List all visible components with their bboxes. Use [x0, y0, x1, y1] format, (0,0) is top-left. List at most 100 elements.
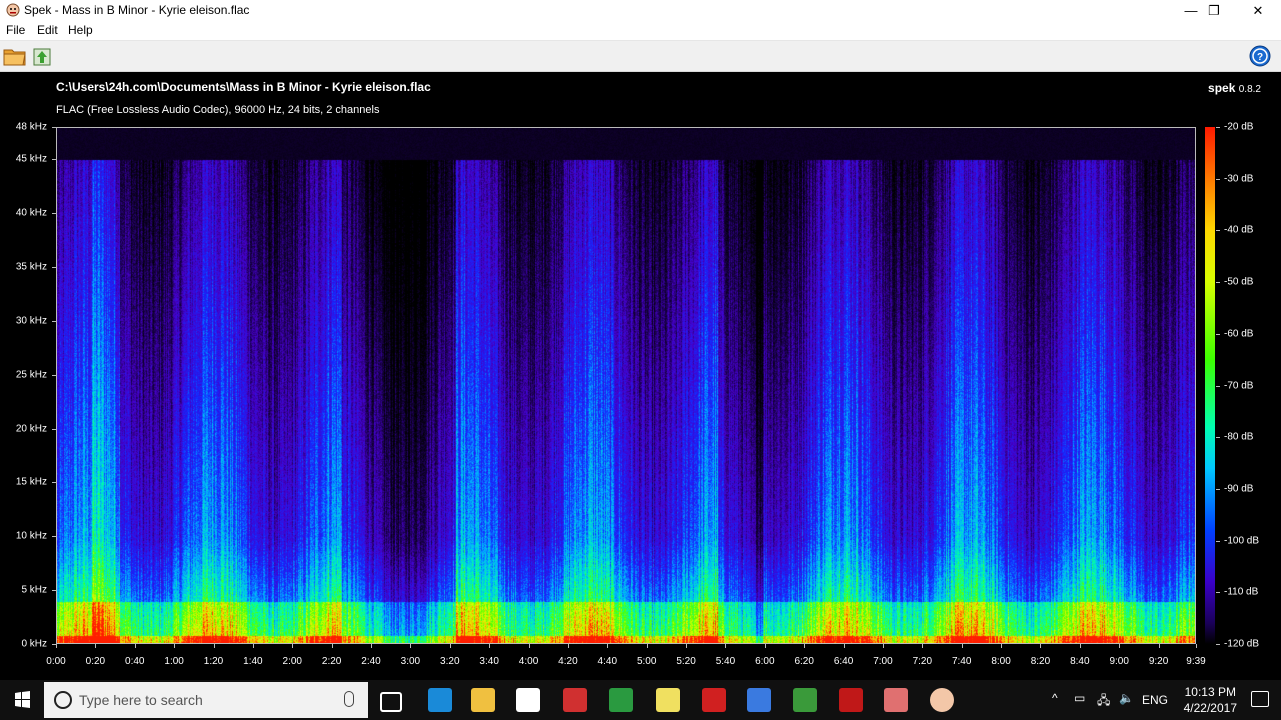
freq-tick-label: 35 kHz: [15, 261, 47, 273]
time-tick-label: 7:20: [912, 656, 933, 667]
action-center-icon[interactable]: [1251, 691, 1269, 707]
time-tick-mark: [252, 644, 254, 648]
db-tick-mark: [1216, 333, 1220, 335]
time-tick-label: 7:00: [873, 656, 893, 667]
time-tick-mark: [1079, 644, 1081, 648]
file-path: C:\Users\24h.com\Documents\Mass in B Min…: [56, 80, 431, 94]
windows-start-icon[interactable]: [0, 680, 44, 720]
time-tick-mark: [449, 644, 451, 648]
red-star-icon[interactable]: [702, 688, 726, 712]
microphone-icon[interactable]: [344, 691, 354, 707]
time-tick-mark: [174, 644, 176, 648]
edge-icon[interactable]: [428, 688, 452, 712]
clock-date: 4/22/2017: [1183, 701, 1237, 715]
tray-network-icon[interactable]: 🖧: [1097, 691, 1110, 712]
evernote-icon[interactable]: [793, 688, 817, 712]
time-tick-mark: [764, 644, 766, 648]
time-tick-label: 5:40: [715, 656, 736, 667]
freq-tick-mark: [52, 428, 56, 430]
time-tick-mark: [686, 644, 688, 648]
spectrogram-plot[interactable]: [56, 127, 1196, 644]
time-tick-label: 6:20: [794, 656, 814, 667]
freq-tick-mark: [52, 320, 56, 322]
time-tick-mark: [607, 644, 609, 648]
tray-chevron-up-icon[interactable]: ^: [1052, 691, 1058, 705]
time-tick-label: 3:00: [400, 656, 421, 667]
freq-tick-label: 10 kHz: [15, 530, 47, 542]
open-folder-icon[interactable]: [3, 45, 27, 67]
spek-icon[interactable]: [930, 688, 954, 712]
freq-tick-label: 25 kHz: [15, 369, 47, 381]
time-tick-label: 6:40: [833, 656, 854, 667]
time-tick-label: 2:40: [361, 656, 381, 667]
time-tick-mark: [1001, 644, 1003, 648]
freq-tick-label: 15 kHz: [15, 476, 47, 488]
app-red-icon[interactable]: [563, 688, 587, 712]
file-explorer-icon[interactable]: [471, 688, 495, 712]
app-image-icon[interactable]: [884, 688, 908, 712]
tray-language[interactable]: ENG: [1142, 693, 1168, 707]
menu-edit[interactable]: Edit: [37, 23, 58, 37]
time-tick-label: 4:00: [518, 656, 539, 667]
time-tick-label: 4:40: [597, 656, 618, 667]
time-tick-label: 8:40: [1070, 656, 1090, 667]
time-tick-mark: [213, 644, 215, 648]
save-export-icon[interactable]: [31, 45, 55, 67]
close-button[interactable]: ✕: [1235, 0, 1281, 21]
taskbar-search-box[interactable]: Type here to search: [44, 682, 368, 718]
freq-tick-label: 20 kHz: [15, 423, 47, 435]
time-tick-label: 1:40: [243, 656, 263, 667]
db-tick-label: -50 dB: [1224, 276, 1254, 288]
db-tick-label: -60 dB: [1224, 328, 1254, 340]
time-tick-mark: [134, 644, 136, 648]
spek-brand: spek 0.8.2: [1208, 81, 1261, 95]
taskbar: Type here to search ^ ▭ 🖧 🔈 ENG 10:13 PM…: [0, 680, 1281, 720]
freq-tick-mark: [52, 127, 56, 128]
db-tick-mark: [1216, 127, 1220, 128]
help-question-icon[interactable]: ?: [1249, 45, 1271, 67]
menu-bar: File Edit Help: [0, 21, 1281, 41]
db-color-scale: [1205, 127, 1215, 644]
db-tick-mark: [1216, 488, 1220, 490]
taskbar-clock[interactable]: 10:13 PM 4/22/2017: [1184, 684, 1237, 716]
time-tick-label: 4:20: [558, 656, 578, 667]
time-tick-label: 3:40: [479, 656, 499, 667]
time-tick-label: 9:00: [1109, 656, 1129, 667]
db-tick-label: -80 dB: [1224, 431, 1254, 443]
time-tick-mark: [489, 644, 491, 648]
tray-power-icon[interactable]: ▭: [1074, 691, 1085, 705]
menu-file[interactable]: File: [6, 23, 25, 37]
db-tick-label: -90 dB: [1224, 483, 1254, 495]
browser-icon[interactable]: [747, 688, 771, 712]
brand-version: 0.8.2: [1238, 84, 1261, 95]
freq-tick-label: 48 kHz: [15, 121, 47, 133]
time-tick-label: 3:20: [440, 656, 460, 667]
tray-volume-icon[interactable]: 🔈: [1119, 691, 1134, 705]
maximize-button[interactable]: ❐: [1191, 0, 1237, 21]
time-tick-mark: [331, 644, 333, 648]
db-tick-label: -20 dB: [1224, 121, 1254, 133]
title-bar: Spek - Mass in B Minor - Kyrie eleison.f…: [0, 0, 1281, 21]
time-tick-mark: [1196, 644, 1197, 648]
time-tick-mark: [56, 644, 57, 648]
app-m-icon[interactable]: [839, 688, 863, 712]
chrome-icon[interactable]: [609, 688, 633, 712]
db-tick-mark: [1216, 644, 1220, 645]
time-tick-label: 0:20: [85, 656, 106, 667]
task-view-icon[interactable]: [380, 692, 402, 712]
time-tick-mark: [1119, 644, 1121, 648]
menu-help[interactable]: Help: [68, 23, 93, 37]
time-tick-label: 2:00: [282, 656, 302, 667]
freq-tick-label: 0 kHz: [21, 638, 47, 650]
toolbar: ?: [0, 41, 1281, 72]
store-icon[interactable]: [516, 688, 540, 712]
db-tick-mark: [1216, 540, 1220, 542]
freq-tick-mark: [52, 536, 56, 538]
db-tick-mark: [1216, 385, 1220, 387]
time-tick-mark: [804, 644, 806, 648]
time-tick-mark: [961, 644, 963, 648]
sticky-notes-icon[interactable]: [656, 688, 680, 712]
cortana-circle-icon: [54, 691, 72, 709]
spek-app-icon: [6, 3, 20, 17]
db-tick-label: -110 dB: [1224, 586, 1259, 598]
